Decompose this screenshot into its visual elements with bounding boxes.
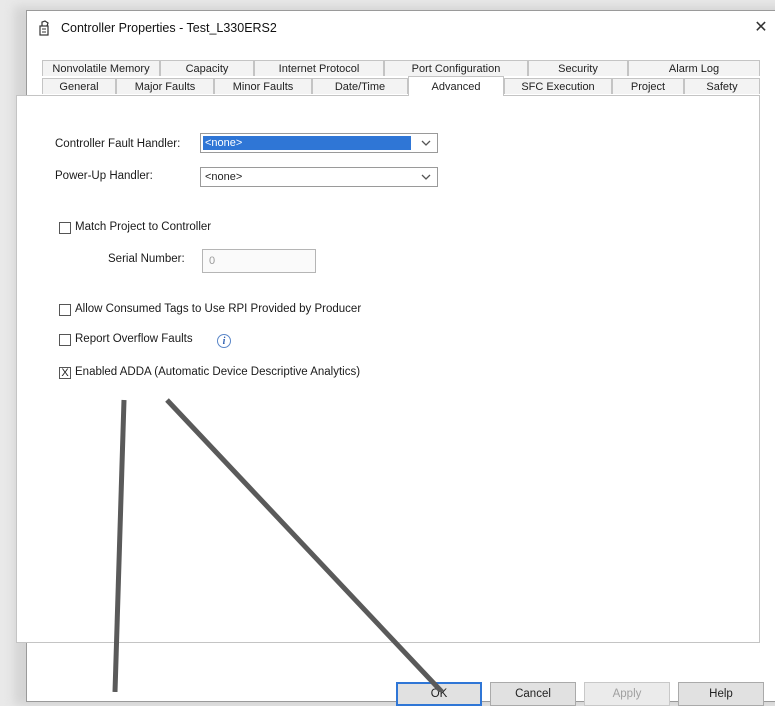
report-overflow-checkbox[interactable] xyxy=(59,334,71,346)
chevron-down-icon xyxy=(421,140,431,146)
fault-handler-select[interactable]: <none> xyxy=(200,133,438,153)
tab-general[interactable]: General xyxy=(42,78,116,94)
match-project-checkbox[interactable] xyxy=(59,222,71,234)
cancel-button[interactable]: Cancel xyxy=(490,682,576,706)
tab-security[interactable]: Security xyxy=(528,60,628,76)
enabled-adda-label: Enabled ADDA (Automatic Device Descripti… xyxy=(75,366,361,378)
powerup-handler-label: Power-Up Handler: xyxy=(55,170,153,182)
serial-number-label: Serial Number: xyxy=(108,253,185,265)
tab-nonvolatile-memory[interactable]: Nonvolatile Memory xyxy=(42,60,160,76)
window-title: Controller Properties - Test_L330ERS2 xyxy=(61,21,277,35)
tab-capacity[interactable]: Capacity xyxy=(160,60,254,76)
serial-number-field[interactable]: 0 xyxy=(202,249,316,273)
tab-project[interactable]: Project xyxy=(612,78,684,94)
apply-button[interactable]: Apply xyxy=(584,682,670,706)
tab-alarm-log[interactable]: Alarm Log xyxy=(628,60,760,76)
help-button[interactable]: Help xyxy=(678,682,764,706)
tab-date-time[interactable]: Date/Time xyxy=(312,78,408,94)
ok-button[interactable]: OK xyxy=(396,682,482,706)
tab-major-faults[interactable]: Major Faults xyxy=(116,78,214,94)
report-overflow-label: Report Overflow Faults xyxy=(75,333,193,345)
tab-sfc-execution[interactable]: SFC Execution xyxy=(504,78,612,94)
controller-icon xyxy=(39,20,49,36)
tab-advanced[interactable]: Advanced xyxy=(408,76,504,96)
match-project-label: Match Project to Controller xyxy=(75,221,212,233)
allow-consumed-label: Allow Consumed Tags to Use RPI Provided … xyxy=(75,303,362,315)
enabled-adda-checkbox[interactable]: X xyxy=(59,367,71,379)
chevron-down-icon xyxy=(421,174,431,180)
fault-handler-value: <none> xyxy=(205,137,243,149)
powerup-handler-select[interactable]: <none> xyxy=(200,167,438,187)
tab-minor-faults[interactable]: Minor Faults xyxy=(214,78,312,94)
powerup-handler-value: <none> xyxy=(205,171,243,183)
allow-consumed-checkbox[interactable] xyxy=(59,304,71,316)
serial-number-value: 0 xyxy=(209,255,216,267)
tab-internet-protocol[interactable]: Internet Protocol xyxy=(254,60,384,76)
tab-safety[interactable]: Safety xyxy=(684,78,760,94)
close-icon[interactable]: ✕ xyxy=(749,17,773,39)
fault-handler-label: Controller Fault Handler: xyxy=(55,138,181,150)
tab-port-configuration[interactable]: Port Configuration xyxy=(384,60,528,76)
title-bar[interactable]: Controller Properties - Test_L330ERS2 ✕ xyxy=(27,11,775,45)
selection-highlight: <none> xyxy=(203,136,411,150)
info-icon[interactable]: i xyxy=(217,334,231,348)
